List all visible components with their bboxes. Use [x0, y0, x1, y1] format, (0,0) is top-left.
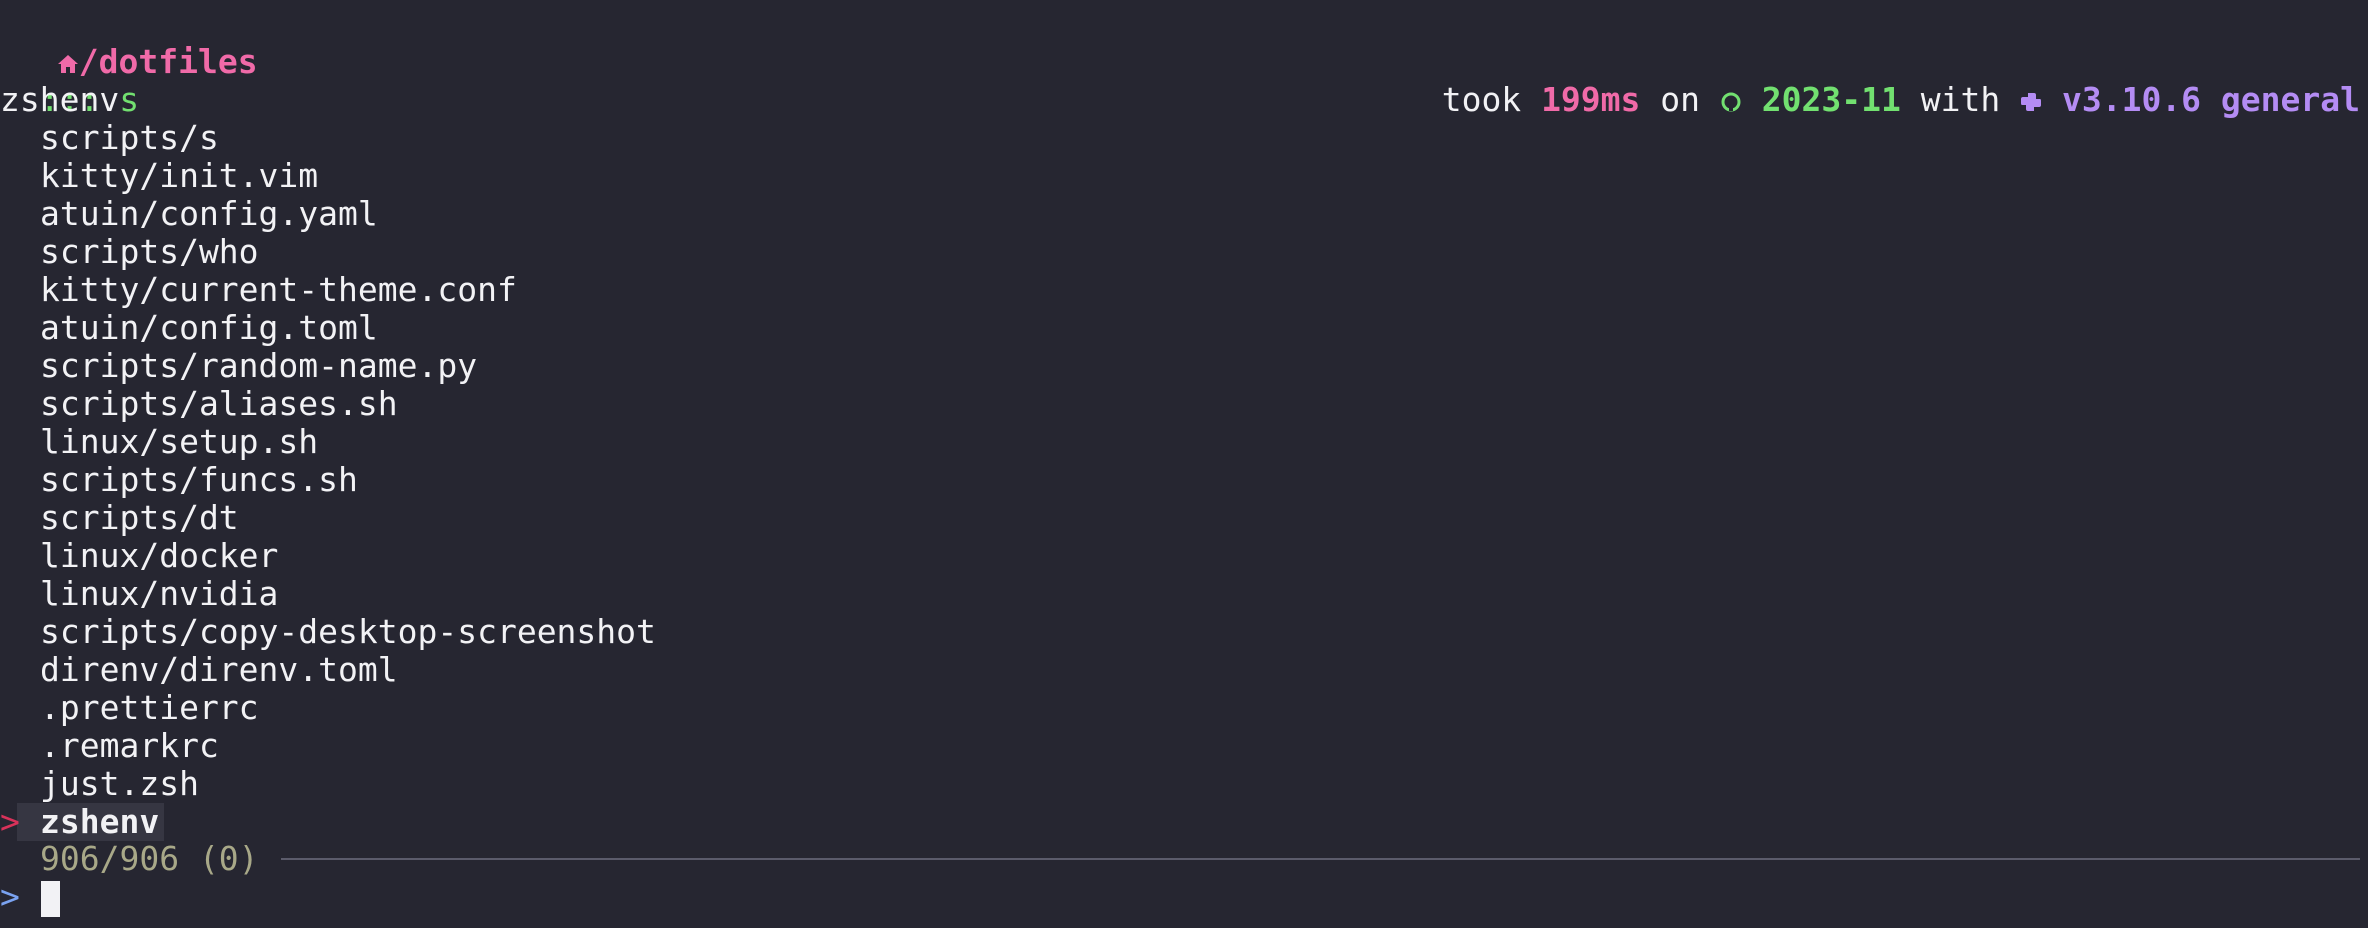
- on-label: on: [1660, 80, 1701, 119]
- selection-marker: >: [0, 802, 20, 841]
- with-label: with: [1920, 80, 2001, 119]
- python-icon: [2021, 92, 2042, 111]
- list-item[interactable]: linux/docker: [40, 537, 278, 575]
- list-item[interactable]: scripts/who: [40, 233, 259, 271]
- list-item[interactable]: scripts/copy-desktop-screenshot: [40, 613, 656, 651]
- selected-list-item[interactable]: zshenv: [40, 803, 159, 841]
- list-item[interactable]: linux/nvidia: [40, 575, 278, 613]
- text-cursor: [41, 881, 60, 917]
- right-prompt: took 199ms on 2023-11 with v3.10.6 gener…: [1402, 43, 2360, 119]
- list-item[interactable]: scripts/s: [40, 119, 219, 157]
- prompt-command: s: [119, 80, 140, 119]
- prompt-path-line: /dotfiles: [17, 5, 258, 81]
- list-item[interactable]: .remarkrc: [40, 727, 219, 765]
- took-label: took: [1441, 80, 1522, 119]
- input-prompt-symbol: >: [0, 877, 20, 916]
- list-item[interactable]: just.zsh: [40, 765, 199, 803]
- list-item[interactable]: scripts/funcs.sh: [40, 461, 358, 499]
- command-duration: 199ms: [1541, 80, 1641, 119]
- list-item[interactable]: scripts/dt: [40, 499, 239, 537]
- list-item[interactable]: scripts/random-name.py: [40, 347, 477, 385]
- list-item[interactable]: atuin/config.yaml: [40, 195, 378, 233]
- match-counter: 906/906 (0): [40, 839, 259, 878]
- list-item[interactable]: scripts/aliases.sh: [40, 385, 398, 423]
- query-echo: zshenv: [0, 80, 120, 119]
- git-branch: 2023-11: [1761, 80, 1901, 119]
- virtualenv-name: general: [2220, 80, 2360, 119]
- list-item[interactable]: linux/setup.sh: [40, 423, 318, 461]
- prompt-command-line: ::: s: [0, 43, 139, 119]
- list-item[interactable]: direnv/direnv.toml: [40, 651, 398, 689]
- python-version: v3.10.6: [2061, 80, 2202, 119]
- counter-divider: [281, 858, 2360, 860]
- list-item[interactable]: kitty/current-theme.conf: [40, 271, 517, 309]
- list-item[interactable]: kitty/init.vim: [40, 157, 318, 195]
- github-branch-icon: [1721, 92, 1741, 111]
- list-item[interactable]: atuin/config.toml: [40, 309, 378, 347]
- list-item[interactable]: .prettierrc: [40, 689, 259, 727]
